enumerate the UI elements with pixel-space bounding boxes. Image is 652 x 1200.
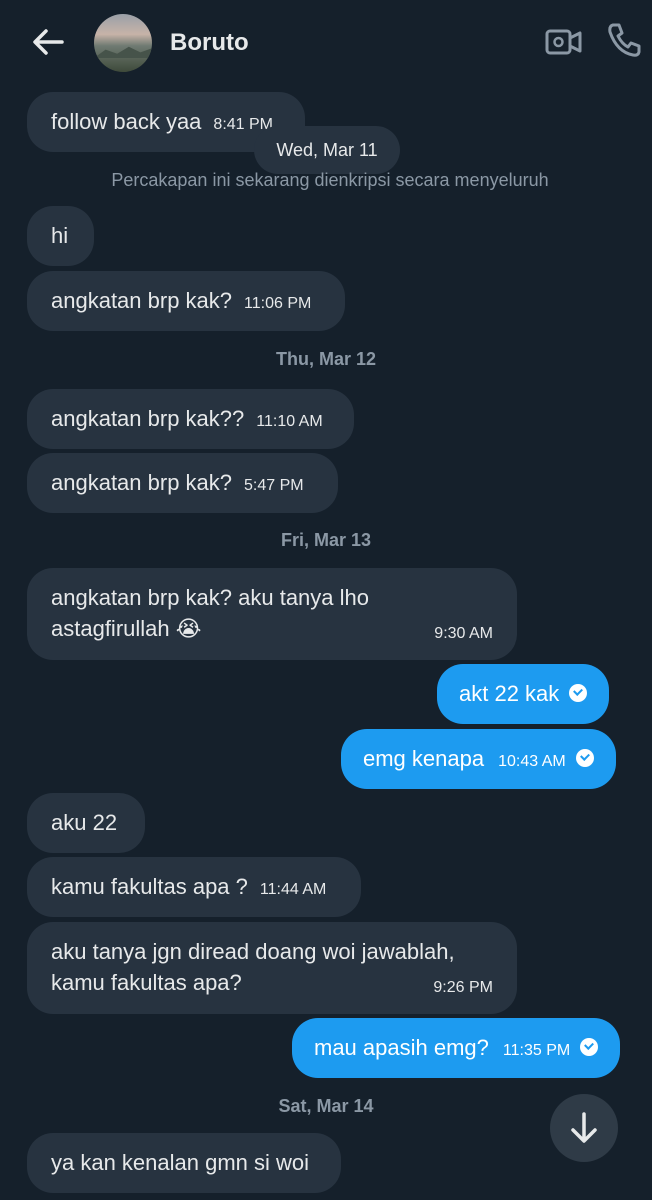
scroll-to-bottom-button[interactable] [550, 1094, 618, 1162]
message-text: angkatan brp kak?? [51, 406, 245, 431]
read-check-icon [580, 1038, 599, 1057]
date-separator: Fri, Mar 13 [280, 530, 372, 550]
contact-name[interactable]: Boruto [170, 29, 249, 57]
message-text: angkatan brp kak? [51, 470, 233, 495]
message-text: kamu fakultas apa ? [51, 874, 248, 899]
message-time: 11:44 AM [259, 881, 327, 898]
message-bubble[interactable]: angkatan brp kak? 11:06 PM [27, 271, 345, 331]
message-text: ya kan kenalan gmn si woi [51, 1150, 310, 1175]
sent-message-bubble[interactable]: emg kenapa 10:43 AM [341, 729, 616, 789]
date-separator: Thu, Mar 12 [275, 349, 377, 369]
message-time: 11:10 AM [256, 413, 323, 430]
message-text: emg kenapa [363, 746, 485, 771]
message-time: 9:30 AM [434, 625, 493, 642]
message-text: mau apasih emg? [314, 1035, 489, 1060]
message-text: aku 22 [51, 810, 118, 835]
read-check-icon [575, 749, 594, 768]
message-time: 11:35 PM [502, 1042, 571, 1059]
message-text-line: astagfirullah 😭 [51, 616, 202, 641]
video-call-icon[interactable] [544, 24, 584, 60]
sent-message-bubble[interactable]: mau apasih emg? 11:35 PM [292, 1018, 621, 1078]
message-bubble[interactable]: aku 22 [27, 793, 145, 853]
message-text-line: kamu fakultas apa? [51, 970, 242, 995]
date-separator: Wed, Mar 11 [254, 126, 400, 174]
message-bubble[interactable]: angkatan brp kak? 5:47 PM [27, 453, 338, 513]
message-time: 10:43 AM [498, 753, 566, 770]
message-bubble[interactable]: hi [27, 206, 94, 266]
arrow-left-icon[interactable] [28, 24, 68, 60]
message-text-line: angkatan brp kak? aku tanya lho [51, 585, 370, 610]
message-text: angkatan brp kak? [51, 288, 233, 313]
avatar[interactable] [94, 14, 152, 72]
message-time: 11:06 PM [244, 295, 312, 312]
message-bubble[interactable]: ya kan kenalan gmn si woi [27, 1133, 341, 1193]
message-bubble[interactable]: aku tanya jgn diread doang woi jawablah,… [27, 922, 517, 1014]
phone-icon[interactable] [604, 20, 644, 60]
message-text: hi [51, 223, 69, 248]
chat-header: Boruto [0, 0, 652, 84]
sent-message-bubble[interactable]: akt 22 kak [437, 664, 610, 724]
message-bubble[interactable]: angkatan brp kak? aku tanya lho astagfir… [27, 568, 517, 660]
message-time: 5:47 PM [244, 477, 304, 494]
arrow-down-icon [571, 1112, 597, 1143]
message-text-line: aku tanya jgn diread doang woi jawablah, [51, 939, 455, 964]
message-time: 9:26 PM [433, 979, 493, 996]
encryption-notice: Percakapan ini sekarang dienkripsi secar… [111, 170, 549, 190]
message-text: akt 22 kak [459, 681, 560, 706]
message-bubble[interactable]: kamu fakultas apa ? 11:44 AM [27, 857, 361, 917]
message-bubble[interactable]: angkatan brp kak?? 11:10 AM [27, 389, 354, 449]
message-text: follow back yaa [51, 109, 202, 134]
read-check-icon [569, 684, 588, 703]
